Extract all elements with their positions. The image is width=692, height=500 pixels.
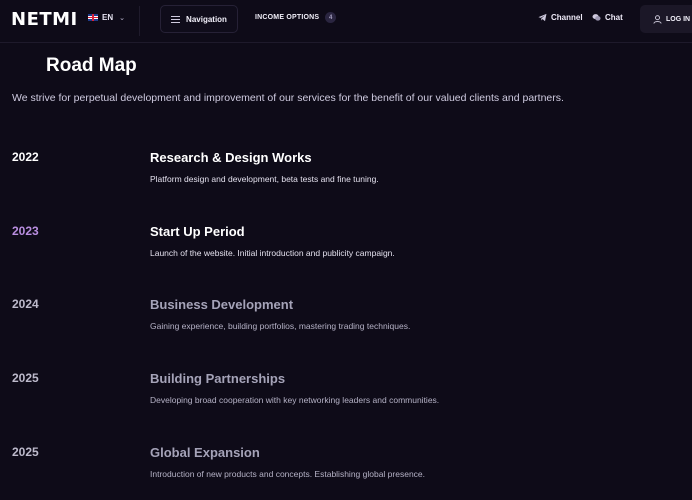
roadmap-description: Gaining experience, building portfolios,… [150,321,411,331]
user-icon [653,14,662,24]
roadmap-title: Global Expansion [150,445,260,460]
roadmap-item-2025-expansion: 2025 Global Expansion Introduction of ne… [0,445,692,500]
roadmap-year: 2024 [12,297,39,311]
roadmap-title: Start Up Period [150,224,245,239]
language-label: EN [102,13,114,22]
navigation-button[interactable]: Navigation [160,5,238,33]
roadmap-title: Business Development [150,297,294,312]
chevron-down-icon: ⌄ [119,14,125,22]
roadmap-title: Building Partnerships [150,371,286,386]
navigation-label: Navigation [186,14,227,24]
chat-label: Chat [605,13,623,22]
income-options-label: INCOME OPTIONS [255,14,320,21]
channel-label: Channel [551,13,583,22]
roadmap-title: Research & Design Works [150,150,312,165]
chat-icon [592,14,601,21]
flag-uk-icon [88,14,98,21]
login-label: LOG IN [666,15,691,23]
roadmap-item-2025-partnerships: 2025 Building Partnerships Developing br… [0,371,692,431]
roadmap-item-2024: 2024 Business Development Gaining experi… [0,297,692,357]
roadmap-item-2023: 2023 Start Up Period Launch of the websi… [0,224,692,284]
page-subtitle: We strive for perpetual development and … [12,92,564,104]
income-options-badge: 4 [325,12,337,23]
channel-link[interactable]: Channel [538,13,583,22]
telegram-icon [538,13,547,22]
logo[interactable]: NETMI [11,9,78,30]
top-header: NETMI EN ⌄ Navigation INCOME OPTIONS 4 C… [0,0,692,43]
roadmap-item-2022: 2022 Research & Design Works Platform de… [0,150,692,210]
roadmap-year: 2025 [12,371,39,385]
roadmap-year: 2025 [12,445,39,459]
page: NETMI EN ⌄ Navigation INCOME OPTIONS 4 C… [0,0,692,500]
roadmap-year: 2023 [12,224,39,238]
roadmap-year: 2022 [12,150,39,164]
chat-link[interactable]: Chat [592,13,623,22]
page-title: Road Map [46,55,137,76]
income-options-menu[interactable]: INCOME OPTIONS 4 [255,12,337,23]
menu-icon [171,15,181,23]
header-divider [139,6,140,36]
roadmap-description: Introduction of new products and concept… [150,469,426,479]
login-button[interactable]: LOG IN [640,5,692,33]
roadmap-description: Launch of the website. Initial introduct… [150,248,395,258]
language-selector[interactable]: EN ⌄ [88,13,125,22]
roadmap-description: Platform design and development, beta te… [150,174,379,184]
logo-text: NETMI [11,9,78,30]
roadmap-description: Developing broad cooperation with key ne… [150,395,440,405]
